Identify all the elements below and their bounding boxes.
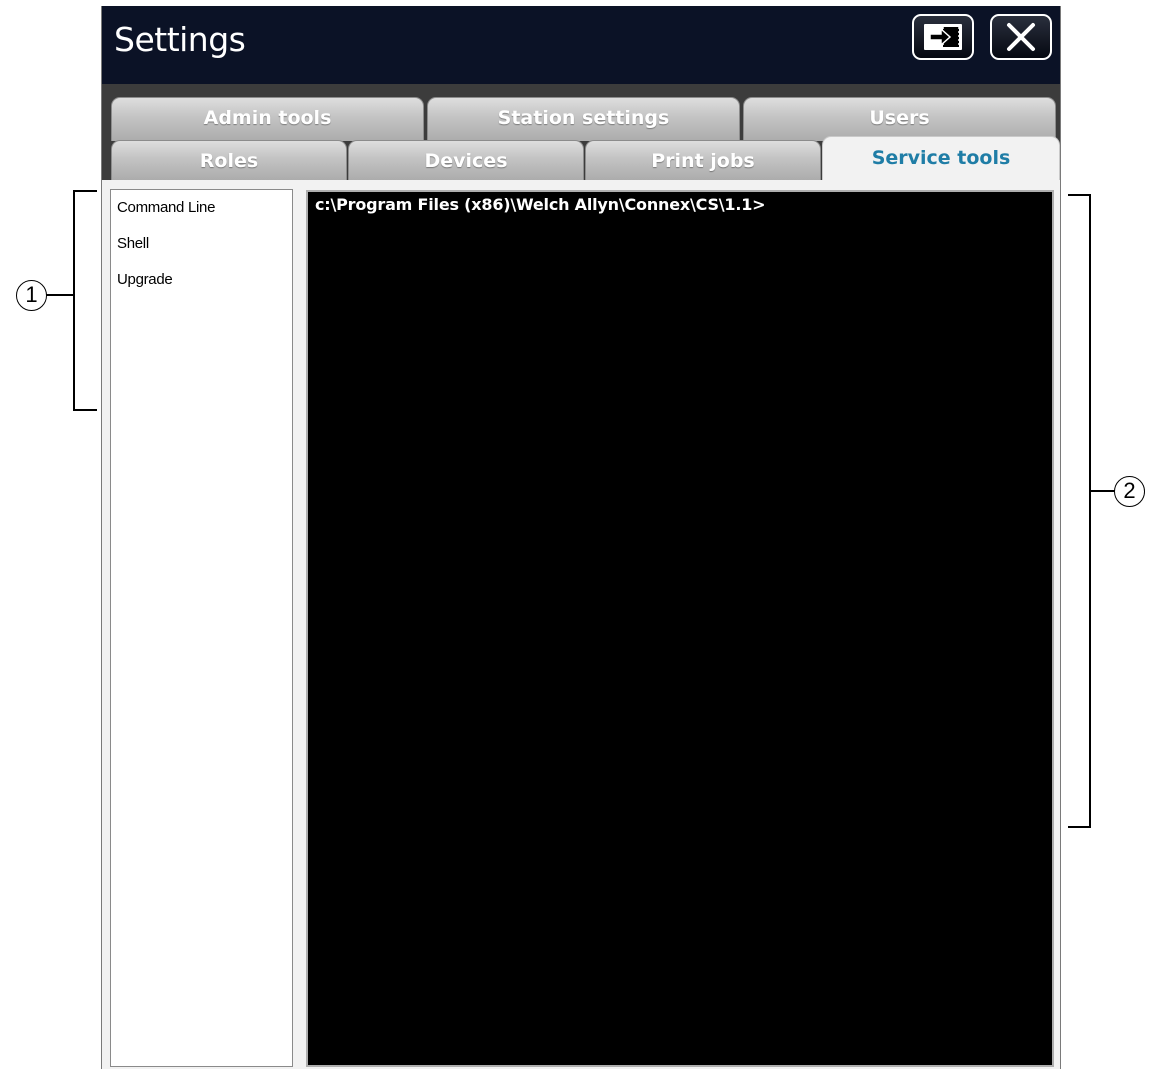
callout-2-leader <box>1089 490 1115 492</box>
exit-button[interactable] <box>912 14 974 60</box>
callout-1-leader <box>46 294 74 296</box>
title-bar: Settings <box>102 6 1060 84</box>
sidebar-item-upgrade[interactable]: Upgrade <box>117 271 173 288</box>
tab-roles[interactable]: Roles <box>111 140 347 180</box>
tab-service-tools[interactable]: Service tools <box>822 136 1060 180</box>
close-icon <box>1007 23 1035 51</box>
callout-1: 1 <box>16 280 47 311</box>
tab-admin-tools[interactable]: Admin tools <box>111 97 424 141</box>
tab-users[interactable]: Users <box>743 97 1056 141</box>
settings-window: Settings Admin tools Station settings Us… <box>101 6 1061 1069</box>
callout-2-bracket-top <box>1068 194 1090 196</box>
window-title: Settings <box>114 20 246 59</box>
tab-print-jobs[interactable]: Print jobs <box>585 140 821 180</box>
tab-bar: Admin tools Station settings Users Roles… <box>102 84 1060 180</box>
callout-2-bracket <box>1089 194 1091 828</box>
sidebar-item-command-line[interactable]: Command Line <box>117 199 215 216</box>
callout-2-bracket-bottom <box>1068 826 1090 828</box>
callout-2: 2 <box>1114 476 1145 507</box>
callout-1-bracket-top <box>73 190 97 192</box>
callout-1-bracket <box>73 190 75 411</box>
close-button[interactable] <box>990 14 1052 60</box>
tab-station-settings[interactable]: Station settings <box>427 97 740 141</box>
service-tools-sidebar: Command Line Shell Upgrade <box>110 189 293 1067</box>
exit-icon <box>924 24 962 50</box>
callout-1-bracket-bottom <box>73 409 97 411</box>
console-prompt: c:\Program Files (x86)\Welch Allyn\Conne… <box>315 195 766 214</box>
tab-devices[interactable]: Devices <box>348 140 584 180</box>
sidebar-item-shell[interactable]: Shell <box>117 235 149 252</box>
command-line-console[interactable]: c:\Program Files (x86)\Welch Allyn\Conne… <box>306 190 1054 1067</box>
